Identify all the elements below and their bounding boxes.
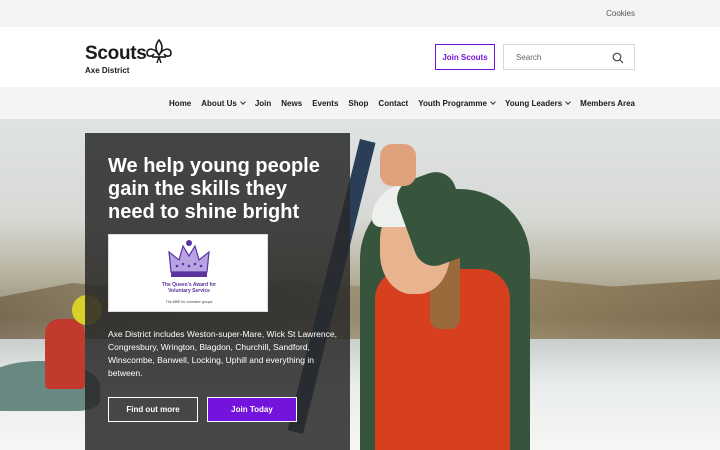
fleur-de-lis-icon bbox=[146, 39, 172, 64]
search-input[interactable] bbox=[504, 45, 609, 69]
nav-item-news[interactable]: News bbox=[281, 99, 302, 108]
logo-district: Axe District bbox=[85, 66, 130, 75]
hero-description: Axe District includes Weston-super-Mare,… bbox=[108, 329, 337, 378]
nav-item-events[interactable]: Events bbox=[312, 99, 338, 108]
nav-item-shop[interactable]: Shop bbox=[348, 99, 368, 108]
search-icon[interactable] bbox=[612, 52, 624, 64]
chevron-down-icon bbox=[239, 99, 246, 105]
chevron-down-icon bbox=[490, 99, 496, 105]
cookies-link[interactable]: Cookies bbox=[606, 9, 635, 18]
join-scouts-button[interactable]: Join Scouts bbox=[435, 44, 495, 70]
award-subtitle: The MBE for volunteer groups bbox=[165, 300, 213, 304]
main-navigation: Home About Us Join News Events Shop Cont… bbox=[0, 87, 720, 119]
logo-wordmark: Scouts bbox=[85, 43, 147, 64]
nav-item-join[interactable]: Join bbox=[255, 99, 271, 108]
hero-heading: We help young people gain the skills the… bbox=[108, 155, 320, 223]
hero-paddler bbox=[45, 319, 85, 389]
site-header: Scouts Axe District Join Scouts bbox=[0, 27, 720, 87]
find-out-more-button[interactable]: Find out more bbox=[108, 397, 198, 422]
nav-item-contact[interactable]: Contact bbox=[378, 99, 408, 108]
chevron-down-icon bbox=[565, 99, 571, 105]
search-box bbox=[503, 44, 635, 70]
nav-item-young-leaders[interactable]: Young Leaders bbox=[505, 99, 571, 108]
award-logo: The Queen's Award for Voluntary Service … bbox=[161, 237, 217, 311]
scouts-logo[interactable]: Scouts Axe District bbox=[85, 39, 185, 75]
award-title: The Queen's Award for Voluntary Service bbox=[161, 282, 217, 294]
crown-icon bbox=[168, 240, 210, 277]
nav-item-home[interactable]: Home bbox=[169, 99, 191, 108]
join-today-button[interactable]: Join Today bbox=[207, 397, 297, 422]
top-utility-bar: Cookies bbox=[0, 0, 720, 27]
hero-card: We help young people gain the skills the… bbox=[85, 133, 350, 450]
hero-girl-fist bbox=[380, 144, 416, 186]
nav-item-members-area[interactable]: Members Area bbox=[580, 99, 635, 108]
queens-award-badge: The Queen's Award for Voluntary Service … bbox=[108, 234, 268, 312]
nav-item-youth-programme[interactable]: Youth Programme bbox=[418, 99, 496, 108]
nav-item-about-us[interactable]: About Us bbox=[201, 99, 246, 108]
